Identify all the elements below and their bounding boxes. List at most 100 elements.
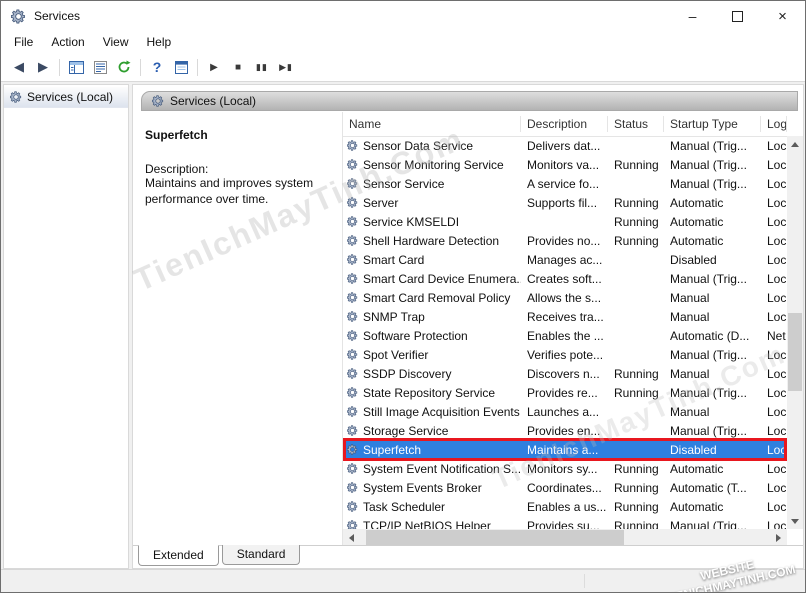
service-name-cell: Service KMSELDI <box>343 215 521 229</box>
service-status-cell: Running <box>614 461 659 476</box>
service-name: Service KMSELDI <box>363 214 460 229</box>
service-log-on-as-cell: Loc <box>767 290 787 305</box>
table-row[interactable]: Superfetch Maintains a... Disabled Loc <box>343 438 787 461</box>
arrow-down-icon <box>791 518 799 524</box>
service-name: Shell Hardware Detection <box>363 233 500 248</box>
service-name-cell: Server <box>343 196 521 210</box>
table-row[interactable]: Still Image Acquisition Events Launches … <box>343 402 787 421</box>
table-row[interactable]: System Event Notification S... Monitors … <box>343 459 787 478</box>
pause-service-button[interactable]: ▮▮ <box>250 56 274 78</box>
service-description-cell: Provides no... <box>527 233 601 248</box>
restart-service-button[interactable]: ▶▮ <box>274 56 298 78</box>
service-startup-type-cell: Manual (Trig... <box>670 138 747 153</box>
service-name-cell: Software Protection <box>343 329 521 343</box>
service-description-cell: Monitors va... <box>527 157 600 172</box>
service-name: System Event Notification S... <box>363 461 521 476</box>
column-header-status[interactable]: Status <box>608 116 664 132</box>
horizontal-scrollbar[interactable] <box>343 529 787 546</box>
service-status-cell: Running <box>614 195 659 210</box>
table-row[interactable]: Storage Service Provides en... Manual (T… <box>343 421 787 440</box>
refresh-button[interactable] <box>112 56 136 78</box>
extended-description-panel: Superfetch Description: Maintains and im… <box>133 112 342 528</box>
table-row[interactable]: SSDP Discovery Discovers n... Running Ma… <box>343 364 787 383</box>
service-gear-icon <box>347 178 358 189</box>
column-header-description[interactable]: Description <box>521 116 608 132</box>
scroll-left-arrow[interactable] <box>343 529 360 546</box>
tab-standard[interactable]: Standard <box>221 545 301 565</box>
status-bar <box>1 569 805 592</box>
stop-service-button[interactable]: ■ <box>226 56 250 78</box>
service-name: Software Protection <box>363 328 468 343</box>
table-row[interactable]: Sensor Data Service Delivers dat... Manu… <box>343 136 787 155</box>
service-startup-type-cell: Automatic <box>670 233 724 248</box>
service-gear-icon <box>347 406 358 417</box>
tab-extended[interactable]: Extended <box>138 545 219 566</box>
service-status-cell: Running <box>614 214 659 229</box>
horizontal-scroll-thumb[interactable] <box>366 530 624 545</box>
forward-button[interactable]: ▶ <box>31 56 55 78</box>
toolbar-separator <box>59 58 60 76</box>
table-row[interactable]: Service KMSELDI Running Automatic Loc <box>343 212 787 231</box>
table-row[interactable]: Sensor Monitoring Service Monitors va...… <box>343 155 787 174</box>
table-row[interactable]: Smart Card Removal Policy Allows the s..… <box>343 288 787 307</box>
column-header-startup-type[interactable]: Startup Type <box>664 116 761 132</box>
help-icon: ? <box>152 59 162 75</box>
help-button[interactable]: ? <box>145 56 169 78</box>
table-row[interactable]: Sensor Service A service fo... Manual (T… <box>343 174 787 193</box>
scroll-right-arrow[interactable] <box>770 529 787 546</box>
service-startup-type-cell: Manual (Trig... <box>670 347 747 362</box>
table-row[interactable]: Task Scheduler Enables a us... Running A… <box>343 497 787 516</box>
service-name-cell: Sensor Monitoring Service <box>343 158 521 172</box>
service-startup-type-cell: Manual (Trig... <box>670 385 747 400</box>
back-button[interactable]: ◀ <box>7 56 31 78</box>
minimize-button[interactable]: – <box>670 1 715 31</box>
table-row[interactable]: Spot Verifier Verifies pote... Manual (T… <box>343 345 787 364</box>
service-name: Superfetch <box>363 442 422 457</box>
export-list-button[interactable] <box>88 56 112 78</box>
column-header-name[interactable]: Name <box>343 116 521 132</box>
column-header-log-on-as[interactable]: Log <box>761 116 787 132</box>
table-row[interactable]: Smart Card Manages ac... Disabled Loc <box>343 250 787 269</box>
vertical-scrollbar[interactable] <box>787 136 803 529</box>
service-gear-icon <box>347 140 358 151</box>
service-status-cell: Running <box>614 518 659 530</box>
services-gear-icon <box>10 91 22 103</box>
service-name: State Repository Service <box>363 385 496 400</box>
minimize-icon: – <box>688 8 697 24</box>
table-row[interactable]: Smart Card Device Enumera... Creates sof… <box>343 269 787 288</box>
service-name-cell: Spot Verifier <box>343 348 521 362</box>
table-row[interactable]: State Repository Service Provides re... … <box>343 383 787 402</box>
service-startup-type-cell: Disabled <box>670 252 717 267</box>
table-row[interactable]: SNMP Trap Receives tra... Manual Loc <box>343 307 787 326</box>
service-name: Sensor Monitoring Service <box>363 157 504 172</box>
console-tree-button[interactable] <box>64 56 88 78</box>
service-log-on-as-cell: Loc <box>767 309 787 324</box>
main-pane: Services (Local) Superfetch Description:… <box>132 84 804 569</box>
table-row[interactable]: Software Protection Enables the ... Auto… <box>343 326 787 345</box>
start-service-button[interactable]: ▶ <box>202 56 226 78</box>
service-name: Storage Service <box>363 423 449 438</box>
service-description-cell: Maintains a... <box>527 442 599 457</box>
table-row[interactable]: Server Supports fil... Running Automatic… <box>343 193 787 212</box>
service-name: Smart Card Device Enumera... <box>363 271 521 286</box>
table-row[interactable]: Shell Hardware Detection Provides no... … <box>343 231 787 250</box>
scroll-up-arrow[interactable] <box>787 136 803 152</box>
scroll-down-arrow[interactable] <box>787 513 803 529</box>
content-area: Services (Local) Services (Local) Superf… <box>1 82 805 569</box>
service-startup-type-cell: Manual <box>670 290 710 305</box>
properties-button[interactable] <box>169 56 193 78</box>
maximize-button[interactable] <box>715 1 760 31</box>
menu-view[interactable]: View <box>94 32 138 52</box>
toolbar-separator <box>140 58 141 76</box>
service-description-cell: Allows the s... <box>527 290 602 305</box>
service-gear-icon <box>347 463 358 474</box>
service-log-on-as-cell: Loc <box>767 423 787 438</box>
table-row[interactable]: System Events Broker Coordinates... Runn… <box>343 478 787 497</box>
menu-action[interactable]: Action <box>42 32 93 52</box>
menu-file[interactable]: File <box>5 32 42 52</box>
vertical-scroll-thumb[interactable] <box>788 312 802 392</box>
tree-item-services-local[interactable]: Services (Local) <box>4 87 128 108</box>
menu-help[interactable]: Help <box>138 32 181 52</box>
close-button[interactable]: × <box>760 1 805 31</box>
table-row[interactable]: TCP/IP NetBIOS Helper Provides su... Run… <box>343 516 787 529</box>
